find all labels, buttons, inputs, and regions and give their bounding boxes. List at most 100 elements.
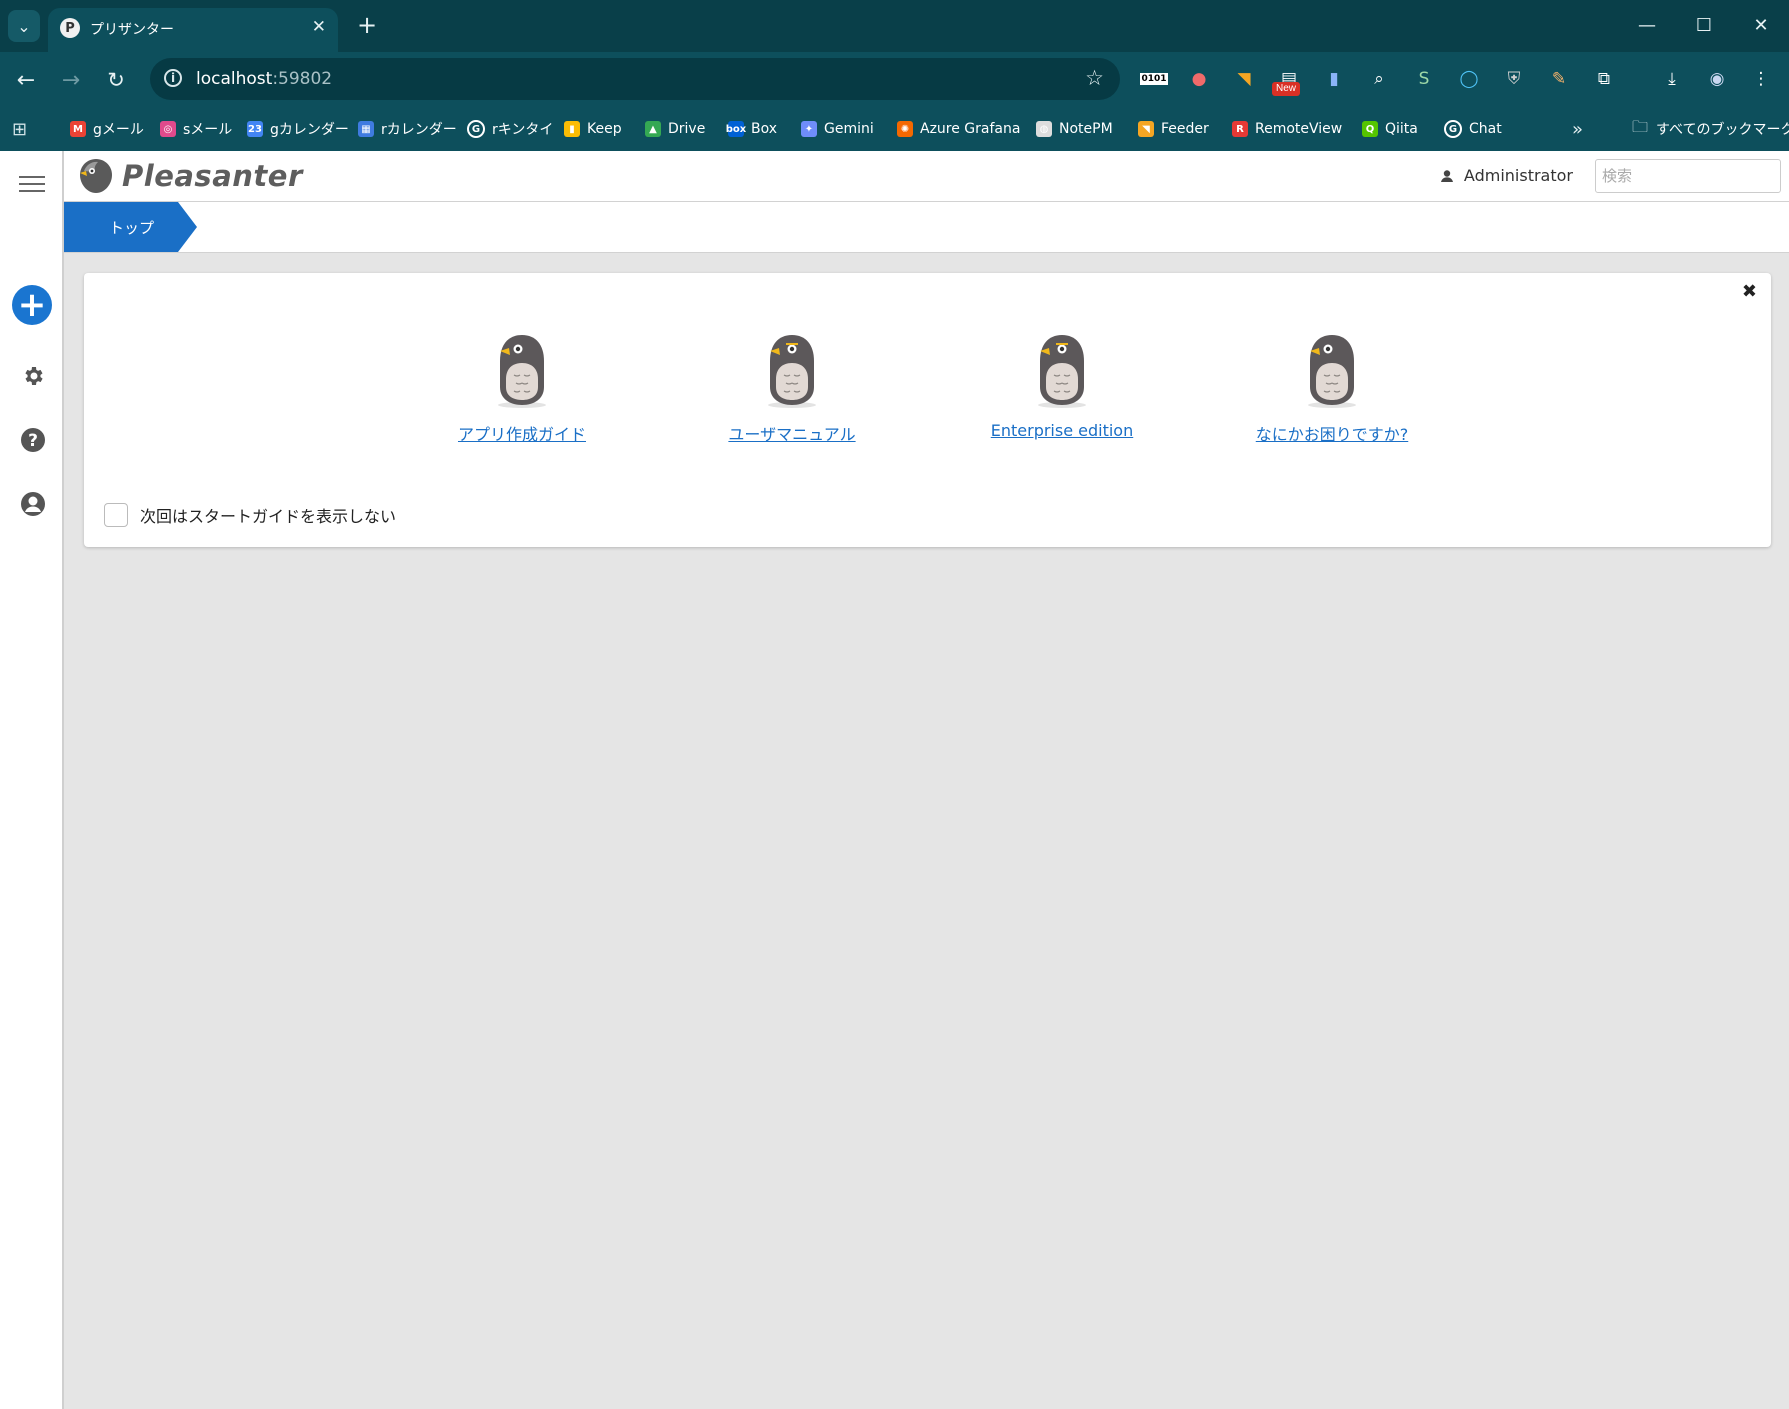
bookmark-sメール[interactable]: ◎ sメール <box>160 117 232 141</box>
bookmark-label: Chat <box>1469 121 1502 137</box>
tab-search-button[interactable]: ⌄ <box>8 10 40 42</box>
profile-avatar-icon[interactable]: ◉ <box>1704 66 1730 92</box>
bookmark-label: gメール <box>93 122 144 138</box>
owl-mascot-icon <box>498 335 546 408</box>
owl-mascot-icon <box>768 335 816 408</box>
bookmark-star-icon[interactable]: ☆ <box>1085 66 1104 90</box>
bookmark-gemini[interactable]: ✦ Gemini <box>801 117 874 141</box>
browser-chrome: ⌄ P プリザンター ✕ + — ☐ ✕ ← → ↻ i localhost:5… <box>0 0 1789 151</box>
bookmark-keep[interactable]: ▮ Keep <box>564 117 622 141</box>
rss-ext-icon[interactable]: ◥ <box>1231 66 1257 92</box>
bookmark-rキンタイ[interactable]: Grキンタイ <box>467 117 553 141</box>
bookmark-favicon-icon: ▲ <box>645 121 661 137</box>
guide-link-4[interactable]: なにかお困りですか? <box>1256 421 1409 445</box>
svg-text:?: ? <box>28 431 38 451</box>
apps-grid-icon[interactable]: ⊞ <box>12 117 27 141</box>
user-account-icon[interactable] <box>20 491 46 517</box>
bookmark-favicon-icon: 23 <box>247 121 263 137</box>
bookmark-favicon-icon: G <box>467 120 485 138</box>
new-ext-icon[interactable]: ▤ New <box>1272 66 1302 96</box>
bookmark-rカレンダー[interactable]: ▦ rカレンダー <box>358 117 457 141</box>
bookmark-box[interactable]: box Box <box>726 117 777 141</box>
hide-guide-checkbox[interactable] <box>104 503 128 527</box>
hamburger-menu-icon[interactable] <box>19 176 45 192</box>
hide-guide-option[interactable]: 次回はスタートガイドを表示しない <box>104 503 396 527</box>
user-menu[interactable]: Administrator <box>1440 166 1573 185</box>
download-icon[interactable]: ⤓ <box>1659 66 1685 92</box>
maximize-button[interactable]: ☐ <box>1684 10 1724 40</box>
guide-item: なにかお困りですか? <box>1202 329 1462 445</box>
bookmark-remoteview[interactable]: R RemoteView <box>1232 117 1342 141</box>
pleasanter-favicon-icon: P <box>60 18 80 38</box>
bookmark-notepm[interactable]: ◍ NotePM <box>1036 117 1113 141</box>
gear-icon[interactable] <box>20 363 46 389</box>
bookmark-favicon-icon: R <box>1232 121 1248 137</box>
new-badge: New <box>1272 82 1301 96</box>
bookmark-label: Qiita <box>1385 121 1418 137</box>
left-nav-rail: + ? <box>0 151 64 1409</box>
bookmark-gメール[interactable]: Mgメール <box>70 117 144 141</box>
guide-link-1[interactable]: アプリ作成ガイド <box>458 421 586 445</box>
help-icon[interactable]: ? <box>20 427 46 453</box>
pen-ext-icon[interactable]: ✎ <box>1546 66 1572 92</box>
bookmark-label: rカレンダー <box>381 122 457 138</box>
puzzle-ext-icon[interactable]: ⧉ <box>1591 66 1617 92</box>
bookmark-qiita[interactable]: Q Qiita <box>1362 117 1418 141</box>
bookmark-favicon-icon: ◍ <box>1036 121 1052 137</box>
all-bookmarks-folder[interactable]: 🗀 すべてのブックマーク <box>1632 117 1789 141</box>
close-tab-icon[interactable]: ✕ <box>312 17 326 37</box>
guide-link-3[interactable]: Enterprise edition <box>991 421 1133 440</box>
address-bar[interactable]: i localhost:59802 ☆ <box>150 58 1120 100</box>
circle-ext-icon[interactable]: ◯ <box>1456 66 1482 92</box>
owl-mascot-icon <box>1308 335 1356 408</box>
bookmark-label: Gemini <box>824 121 874 137</box>
bookmark-favicon-icon: ✦ <box>801 121 817 137</box>
bookmark-label: Feeder <box>1161 121 1209 137</box>
s-ext-icon[interactable]: S <box>1411 66 1437 92</box>
guide-item: ユーザマニュアル <box>662 329 922 445</box>
user-icon <box>1440 169 1453 182</box>
docs-ext-icon[interactable]: ▮ <box>1321 66 1347 92</box>
search-input[interactable] <box>1595 159 1781 193</box>
search-doc-ext-icon[interactable]: ⌕ <box>1366 66 1392 92</box>
bookmark-drive[interactable]: ▲ Drive <box>645 117 705 141</box>
bookmark-label: RemoteView <box>1255 121 1343 137</box>
breadcrumb-top[interactable]: トップ <box>64 202 197 252</box>
site-info-icon[interactable]: i <box>164 69 182 87</box>
bookmark-favicon-icon: M <box>70 121 86 137</box>
new-tab-button[interactable]: + <box>352 10 382 40</box>
more-bookmarks-icon[interactable]: » <box>1572 117 1583 141</box>
new-item-plus-button[interactable]: + <box>12 285 52 325</box>
folder-icon: 🗀 <box>1632 116 1649 136</box>
close-window-button[interactable]: ✕ <box>1741 10 1781 40</box>
reload-button[interactable]: ↻ <box>100 64 132 96</box>
bookmark-feeder[interactable]: ◥ Feeder <box>1138 117 1209 141</box>
hide-guide-label: 次回はスタートガイドを表示しない <box>140 507 397 526</box>
start-guide-panel: ✖ アプリ作成ガイド ユーザマニュアル Enterprise edition なにかお… <box>84 273 1771 547</box>
pleasanter-logo[interactable]: Pleasanter <box>76 157 303 195</box>
bookmark-favicon-icon: ▦ <box>358 121 374 137</box>
bookmark-azure-grafana[interactable]: ✺ Azure Grafana <box>897 117 1020 141</box>
asana-ext-icon[interactable]: ● <box>1186 66 1212 92</box>
browser-menu-icon[interactable]: ⋮ <box>1748 66 1774 92</box>
breadcrumb-bar: トップ <box>64 202 1789 253</box>
tab-title: プリザンター <box>90 22 174 38</box>
binary-ext-icon[interactable]: 0101 <box>1140 66 1168 92</box>
guide-item: Enterprise edition <box>932 329 1192 440</box>
close-guide-icon[interactable]: ✖ <box>1742 281 1757 302</box>
bookmark-label: Keep <box>587 121 622 137</box>
guide-link-2[interactable]: ユーザマニュアル <box>728 421 855 445</box>
browser-toolbar: ← → ↻ i localhost:59802 ☆ 0101 ● ◥ ▤ New ▮ ⌕ S ◯… <box>0 52 1789 108</box>
active-tab[interactable]: P プリザンター ✕ <box>48 8 338 52</box>
bookmark-chat[interactable]: G Chat <box>1444 117 1502 141</box>
bookmark-favicon-icon: G <box>1444 120 1462 138</box>
url-text[interactable]: localhost:59802 <box>196 69 332 89</box>
bookmark-favicon-icon: Q <box>1362 121 1378 137</box>
bookmark-gカレンダー[interactable]: 23 gカレンダー <box>247 117 349 141</box>
back-button[interactable]: ← <box>10 64 42 96</box>
shield-ext-icon[interactable]: ⛨ <box>1501 66 1527 92</box>
guide-item: アプリ作成ガイド <box>392 329 652 445</box>
forward-button[interactable]: → <box>55 64 87 96</box>
bookmark-label: rキンタイ <box>492 122 554 138</box>
minimize-button[interactable]: — <box>1627 10 1667 40</box>
